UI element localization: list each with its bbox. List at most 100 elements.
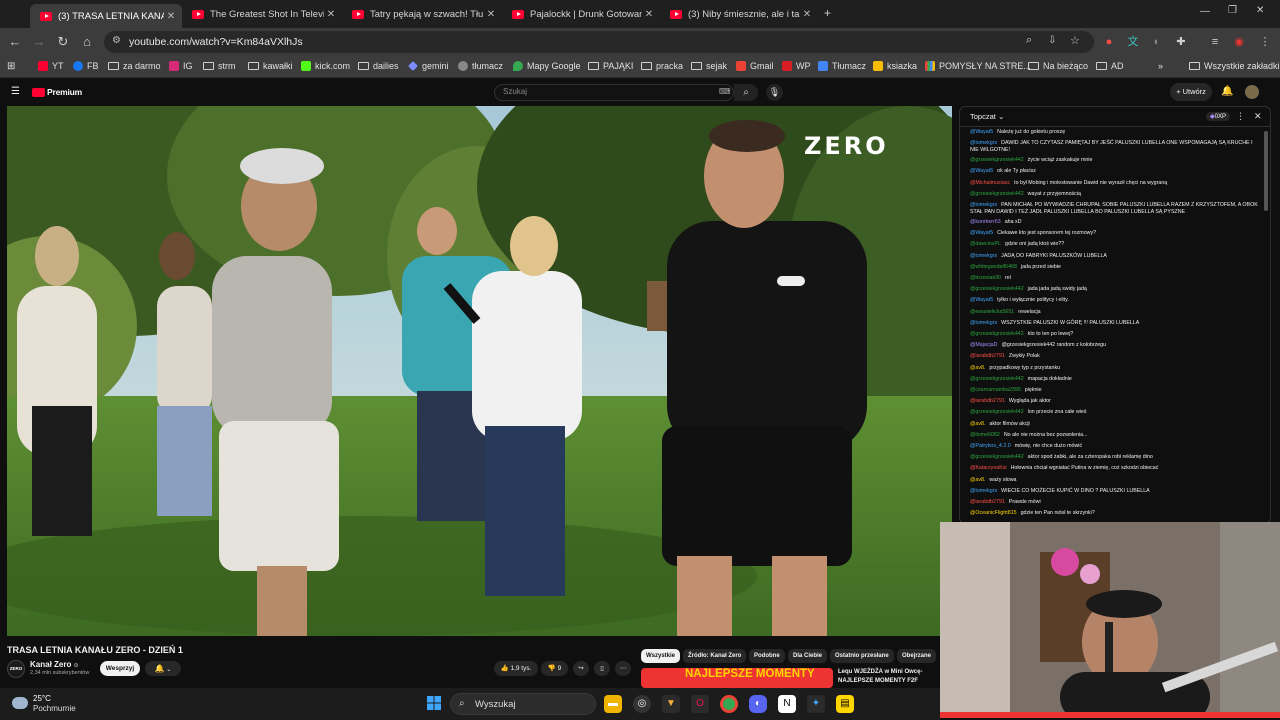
bookmark-dailies[interactable]: dailies: [358, 61, 399, 71]
video-player[interactable]: ZERO: [7, 106, 952, 636]
vscode-icon[interactable]: ✦: [807, 695, 825, 713]
youtube-logo-icon[interactable]: [32, 88, 45, 97]
tab-niby-smiesznie[interactable]: (3) Niby śmiesznie, ale i tak wku ✕: [660, 4, 818, 24]
tab-pajalockk[interactable]: Pajalockk | Drunk Gotowanie z A ✕: [502, 4, 660, 24]
chat-username[interactable]: @konrkerr63: [970, 219, 1001, 225]
apps-grid-icon[interactable]: ⊞: [7, 61, 15, 72]
recommended-title-1[interactable]: Lequ WJEŻDŻA w Mini Owcę-: [838, 669, 922, 675]
sticky-notes-icon[interactable]: ▤: [836, 695, 854, 713]
chat-username[interactable]: @Wayat5: [970, 129, 993, 135]
chat-close-icon[interactable]: ✕: [1254, 111, 1262, 122]
window-close-icon[interactable]: ✕: [1256, 5, 1264, 16]
chat-username[interactable]: @grzesiekgrzesiek442: [970, 376, 1024, 382]
chip-for-you[interactable]: Dla Ciebie: [788, 649, 828, 663]
bookmark-pracka[interactable]: pracka: [641, 61, 683, 71]
bookmark-mapy-google[interactable]: Mapy Google: [513, 61, 581, 71]
weather-temperature[interactable]: 25°C: [33, 694, 51, 703]
chat-username[interactable]: @MajacjaD: [970, 342, 997, 348]
obs-icon[interactable]: ◎: [633, 695, 651, 713]
install-icon[interactable]: ⇩: [1048, 35, 1056, 46]
channel-avatar[interactable]: ZERO: [7, 660, 25, 678]
forward-icon[interactable]: →: [31, 34, 47, 50]
chat-username[interactable]: @grzesiekgrzesiek442: [970, 157, 1024, 163]
chat-username[interactable]: @tomekgrs: [970, 140, 997, 146]
discord-icon[interactable]: ◐: [749, 695, 767, 713]
bookmark-gemini[interactable]: gemini: [408, 61, 449, 71]
chat-username[interactable]: @grzesiekgrzesiek442: [970, 286, 1024, 292]
bookmark-za-darmo[interactable]: za darmo: [108, 61, 161, 71]
chat-username[interactable]: @itsme6082: [970, 432, 1000, 438]
chat-more-icon[interactable]: ⋮: [1236, 111, 1245, 122]
recommended-thumbnail[interactable]: NAJLEPSZE MOMENTY: [641, 668, 833, 688]
chat-username[interactable]: @tomekgrs: [970, 488, 997, 494]
like-button[interactable]: 👍 1,9 tys.: [494, 661, 538, 676]
bookmark-wp[interactable]: WP: [782, 61, 811, 71]
keyboard-icon[interactable]: ⌨: [719, 87, 731, 96]
bookmark-all[interactable]: Wszystkie zakładki: [1189, 61, 1280, 71]
taskbar-search[interactable]: ⌕ Wyszukaj: [450, 693, 596, 715]
tab-greatest-shot[interactable]: The Greatest Shot In Television ✕: [182, 4, 342, 24]
file-explorer-icon[interactable]: ▬: [604, 695, 622, 713]
avatar[interactable]: [1245, 85, 1259, 99]
chat-username[interactable]: @Wayat5: [970, 168, 993, 174]
chat-username[interactable]: @av8.: [970, 365, 985, 371]
chat-username[interactable]: @grzesiekgrzesiek442: [970, 409, 1024, 415]
chat-username[interactable]: @larabdb2791: [970, 353, 1005, 359]
site-info-icon[interactable]: ⚙: [112, 35, 121, 46]
bookmark-tlumacz-2[interactable]: Tłumacz: [818, 61, 866, 71]
tab-trasa-letnia[interactable]: (3) TRASA LETNIA KANAŁU ZERO ✕: [30, 4, 182, 28]
zoom-search-icon[interactable]: ⌕: [1026, 34, 1032, 47]
chat-username[interactable]: @whitegandalf6468: [970, 264, 1017, 270]
brave-icon[interactable]: ▼: [662, 695, 680, 713]
youtube-premium-logo[interactable]: Premium: [47, 87, 82, 97]
chat-username[interactable]: @czarnamamba2390: [970, 387, 1021, 393]
bookmark-kick[interactable]: kick.com: [301, 61, 350, 71]
bookmark-ksiazka[interactable]: ksiazka: [873, 61, 917, 71]
reading-list-icon[interactable]: ≡: [1208, 35, 1222, 49]
chat-username[interactable]: @dawciosPL: [970, 241, 1001, 247]
chip-all[interactable]: Wszystkie: [641, 649, 681, 663]
chip-watched[interactable]: Obejrzane: [897, 649, 937, 663]
bookmark-tlumacz[interactable]: tłumacz: [458, 61, 503, 71]
bookmark-pomysly[interactable]: POMYSŁY NA STRE...: [925, 61, 1031, 71]
save-button[interactable]: ▯: [594, 661, 610, 676]
close-icon[interactable]: ✕: [484, 9, 498, 20]
chip-recently-uploaded[interactable]: Ostatnio przesłane: [830, 649, 894, 663]
dislike-button[interactable]: 👎 9: [541, 661, 568, 676]
new-tab-icon[interactable]: +: [824, 6, 831, 20]
chat-username[interactable]: @av8.: [970, 477, 985, 483]
chat-mode-dropdown[interactable]: Topczat ⌄: [970, 112, 1004, 121]
chat-username[interactable]: @larabdb2791: [970, 398, 1005, 404]
notifications-bell-icon[interactable]: 🔔: [1221, 86, 1233, 97]
home-icon[interactable]: ⌂: [79, 34, 95, 50]
browser-menu-icon[interactable]: ⋮: [1258, 35, 1272, 49]
notification-bell-button[interactable]: 🔔 ⌄: [145, 661, 181, 676]
channel-name[interactable]: Kanał Zero ⊙: [30, 660, 79, 669]
close-icon[interactable]: ✕: [642, 9, 656, 20]
voice-search-button[interactable]: 🎙: [766, 84, 783, 101]
address-bar[interactable]: ⚙ youtube.com/watch?v=Km84aVXlhJs ⌕ ⇩ ☆: [104, 31, 1094, 53]
bookmark-pajaki[interactable]: PAJĄKI: [588, 61, 633, 71]
close-icon[interactable]: ✕: [164, 11, 178, 22]
more-actions-button[interactable]: ⋯: [615, 661, 631, 676]
chip-related[interactable]: Podobne: [749, 649, 785, 663]
extension-icon[interactable]: ◐: [1150, 35, 1164, 49]
chat-username[interactable]: @av8.: [970, 421, 985, 427]
chat-username[interactable]: @brzesiak90: [970, 275, 1001, 281]
recommended-title-2[interactable]: NAJLEPSZE MOMENTY F2F: [838, 678, 918, 684]
profile-avatar-icon[interactable]: ◉: [1232, 35, 1246, 49]
back-icon[interactable]: ←: [7, 34, 23, 50]
points-badge[interactable]: ◆0XP: [1206, 112, 1230, 121]
chat-username[interactable]: @grzesiekgrzesiek442: [970, 191, 1024, 197]
chat-username[interactable]: @Wayat5: [970, 297, 993, 303]
chip-source-kanal-zero[interactable]: Źródło: Kanał Zero: [683, 649, 747, 663]
share-button[interactable]: ↪: [573, 661, 589, 676]
chat-username[interactable]: @tomekgrs: [970, 202, 997, 208]
record-extension-icon[interactable]: ●: [1102, 35, 1116, 49]
maximize-icon[interactable]: ❐: [1228, 5, 1237, 16]
chat-username[interactable]: @grzesiekgrzesiek442: [970, 331, 1024, 337]
bookmark-star-icon[interactable]: ☆: [1070, 34, 1080, 47]
weather-description[interactable]: Pochmurnie: [33, 704, 76, 713]
chat-username[interactable]: @Wayat5: [970, 230, 993, 236]
chat-username[interactable]: @KatarzynaKsi: [970, 465, 1007, 471]
